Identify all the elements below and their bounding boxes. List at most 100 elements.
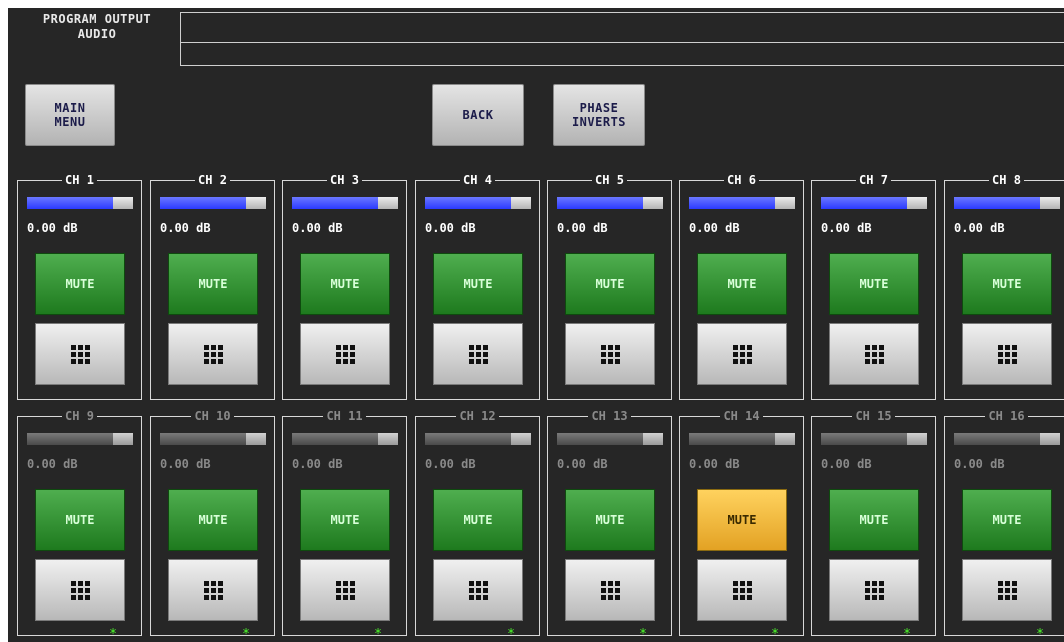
level-readout: 0.00 dB	[292, 221, 343, 235]
keypad-button[interactable]	[829, 323, 919, 385]
channel-label-text: CH 12	[456, 409, 499, 423]
level-meter	[292, 433, 398, 445]
level-readout: 0.00 dB	[27, 457, 78, 471]
mute-button[interactable]: MUTE	[35, 489, 125, 551]
keypad-button[interactable]	[300, 323, 390, 385]
level-readout: 0.00 dB	[557, 457, 608, 471]
star-icon: *	[109, 627, 117, 642]
level-meter-fill	[821, 433, 907, 445]
channel-label-text: CH 11	[323, 409, 366, 423]
mute-button[interactable]: MUTE	[829, 489, 919, 551]
channel-strip: CH 13 0.00 dB MUTE	[547, 409, 672, 636]
keypad-button[interactable]	[565, 559, 655, 621]
level-meter-fill	[954, 197, 1040, 209]
phase-inverts-button[interactable]: PHASE INVERTS	[553, 84, 645, 146]
channel-label: CH 15	[812, 408, 935, 424]
level-readout: 0.00 dB	[821, 221, 872, 235]
mute-button[interactable]: MUTE	[962, 253, 1052, 315]
level-readout: 0.00 dB	[821, 457, 872, 471]
keypad-button[interactable]	[697, 559, 787, 621]
keypad-button[interactable]	[300, 559, 390, 621]
level-meter	[954, 197, 1060, 209]
back-button[interactable]: BACK	[432, 84, 524, 146]
channel-strip: CH 7 0.00 dB MUTE	[811, 173, 936, 400]
level-meter-fill	[425, 433, 511, 445]
keypad-button[interactable]	[35, 323, 125, 385]
keypad-icon	[468, 344, 488, 364]
channel-strip: CH 3 0.00 dB MUTE	[282, 173, 407, 400]
keypad-button[interactable]	[565, 323, 655, 385]
level-meter	[689, 197, 795, 209]
mute-button[interactable]: MUTE	[433, 489, 523, 551]
channel-label: CH 10	[151, 408, 274, 424]
level-meter	[27, 433, 133, 445]
level-readout: 0.00 dB	[954, 221, 1005, 235]
level-meter-fill	[160, 197, 246, 209]
channel-label: CH 6	[680, 172, 803, 188]
page-title: PROGRAM OUTPUT AUDIO	[42, 12, 152, 41]
level-meter	[160, 433, 266, 445]
channel-label-text: CH 4	[460, 173, 495, 187]
channel-label: CH 16	[945, 408, 1064, 424]
keypad-button[interactable]	[35, 559, 125, 621]
mute-button[interactable]: MUTE	[565, 253, 655, 315]
mute-button[interactable]: MUTE	[697, 253, 787, 315]
level-meter-fill	[160, 433, 246, 445]
level-readout: 0.00 dB	[954, 457, 1005, 471]
keypad-icon	[732, 580, 752, 600]
level-readout: 0.00 dB	[425, 221, 476, 235]
level-readout: 0.00 dB	[160, 457, 211, 471]
channel-label: CH 4	[416, 172, 539, 188]
level-meter-fill	[27, 197, 113, 209]
mute-button[interactable]: MUTE	[300, 253, 390, 315]
keypad-icon	[70, 344, 90, 364]
keypad-icon	[864, 344, 884, 364]
title-box-line-middle	[181, 42, 1064, 43]
level-meter	[821, 197, 927, 209]
channel-strip: CH 15 0.00 dB MUTE	[811, 409, 936, 636]
mute-button[interactable]: MUTE	[829, 253, 919, 315]
mute-button[interactable]: MUTE	[168, 253, 258, 315]
mute-button[interactable]: MUTE	[35, 253, 125, 315]
keypad-icon	[864, 580, 884, 600]
level-readout: 0.00 dB	[160, 221, 211, 235]
keypad-button[interactable]	[697, 323, 787, 385]
title-display-box	[180, 12, 1064, 66]
level-readout: 0.00 dB	[557, 221, 608, 235]
star-icon: *	[1036, 627, 1044, 642]
keypad-button[interactable]	[962, 559, 1052, 621]
keypad-button[interactable]	[433, 559, 523, 621]
star-icon: *	[242, 627, 250, 642]
channel-strip: CH 9 0.00 dB MUTE	[17, 409, 142, 636]
level-meter-fill	[557, 197, 643, 209]
channel-label: CH 13	[548, 408, 671, 424]
mute-button[interactable]: MUTE	[565, 489, 655, 551]
keypad-icon	[468, 580, 488, 600]
channel-label-text: CH 13	[588, 409, 631, 423]
star-icon: *	[903, 627, 911, 642]
channel-label: CH 8	[945, 172, 1064, 188]
channel-label-text: CH 3	[327, 173, 362, 187]
level-meter	[821, 433, 927, 445]
mute-button[interactable]: MUTE	[962, 489, 1052, 551]
mute-button[interactable]: MUTE	[697, 489, 787, 551]
keypad-button[interactable]	[168, 559, 258, 621]
mute-button[interactable]: MUTE	[433, 253, 523, 315]
channel-strip: CH 12 0.00 dB MUTE	[415, 409, 540, 636]
level-meter	[557, 433, 663, 445]
level-readout: 0.00 dB	[689, 221, 740, 235]
channel-label-text: CH 9	[62, 409, 97, 423]
keypad-button[interactable]	[962, 323, 1052, 385]
keypad-icon	[203, 580, 223, 600]
channel-strip: CH 10 0.00 dB MUTE	[150, 409, 275, 636]
channel-label: CH 1	[18, 172, 141, 188]
mute-button[interactable]: MUTE	[168, 489, 258, 551]
keypad-button[interactable]	[433, 323, 523, 385]
mute-button[interactable]: MUTE	[300, 489, 390, 551]
keypad-button[interactable]	[829, 559, 919, 621]
main-menu-button[interactable]: MAIN MENU	[25, 84, 115, 146]
level-meter	[425, 197, 531, 209]
keypad-button[interactable]	[168, 323, 258, 385]
channel-strip: CH 6 0.00 dB MUTE	[679, 173, 804, 400]
level-meter	[557, 197, 663, 209]
